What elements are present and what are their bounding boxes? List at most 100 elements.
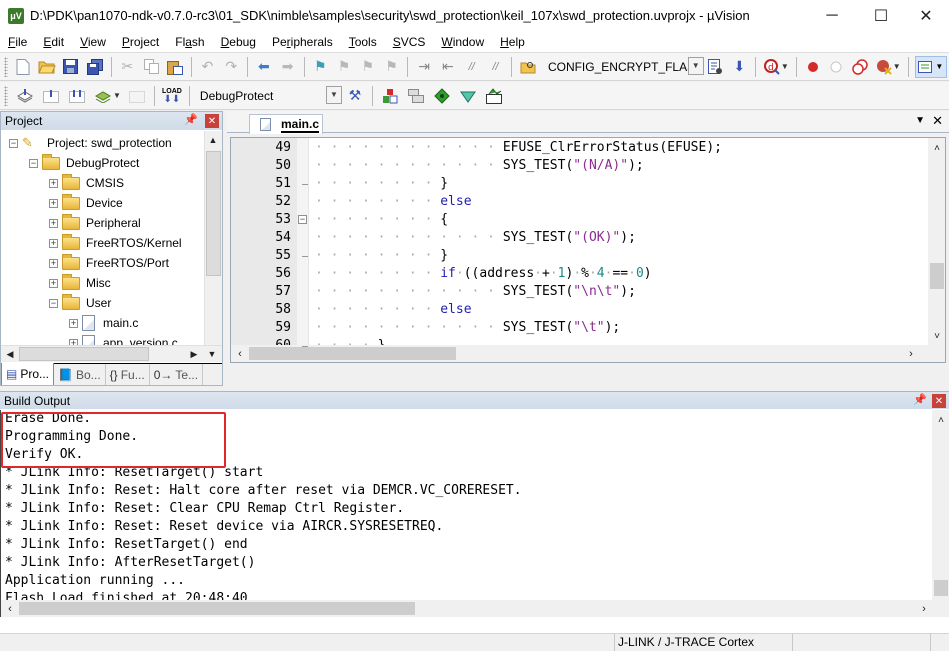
menu-edit[interactable]: Edit <box>35 32 72 52</box>
close-editor-icon[interactable]: ✕ <box>932 113 943 129</box>
open-file-icon[interactable] <box>37 56 57 78</box>
translate-icon[interactable] <box>14 85 36 107</box>
scroll-up-icon[interactable]: ▲ <box>205 132 221 148</box>
code-scroll-thumb[interactable] <box>930 263 944 289</box>
scroll-up-icon[interactable]: ˄ <box>933 412 949 428</box>
insert-breakpoint-icon[interactable] <box>803 56 823 78</box>
fold-collapse-icon[interactable]: − <box>298 215 307 224</box>
scroll-left-icon[interactable]: ‹ <box>2 601 18 617</box>
clear-bookmarks-icon[interactable]: ⚑ <box>382 56 402 78</box>
scroll-right-icon[interactable]: ▶ <box>186 346 202 362</box>
chevron-down-icon[interactable]: ▼ <box>325 85 342 104</box>
scroll-left-icon[interactable]: ◀ <box>2 346 18 362</box>
minimize-button[interactable]: ─ <box>809 0 855 31</box>
save-icon[interactable] <box>61 56 81 78</box>
menu-project[interactable]: Project <box>114 32 167 52</box>
cut-icon[interactable]: ✂ <box>117 56 137 78</box>
tree-item[interactable]: + Peripheral <box>49 213 141 233</box>
new-file-icon[interactable] <box>14 56 34 78</box>
manage-rte-icon[interactable] <box>431 85 453 107</box>
debug-session-icon[interactable]: d <box>762 56 782 78</box>
menu-help[interactable]: Help <box>492 32 533 52</box>
scroll-left-icon[interactable]: ‹ <box>232 346 248 362</box>
stack-viewer-icon[interactable] <box>483 85 505 107</box>
resize-grip[interactable] <box>930 634 949 651</box>
build-vertical-scrollbar[interactable]: ˄ ˅ <box>932 410 949 612</box>
rebuild-icon[interactable] <box>66 85 88 107</box>
save-all-icon[interactable] <box>85 56 105 78</box>
menu-tools[interactable]: Tools <box>341 32 385 52</box>
toolbar-grip[interactable] <box>4 85 8 106</box>
expand-icon[interactable]: + <box>49 258 58 268</box>
insert-bookmark-icon[interactable]: ⚑ <box>310 56 330 78</box>
expand-icon[interactable]: + <box>49 198 58 208</box>
target-select[interactable]: DebugProtect ▼ <box>196 85 342 106</box>
stop-build-icon[interactable] <box>126 85 148 107</box>
menu-debug[interactable]: Debug <box>213 32 264 52</box>
panel-tab[interactable]: 📘 Bo... <box>54 364 106 385</box>
scroll-right-icon[interactable]: › <box>916 601 932 617</box>
disable-all-breakpoints-icon[interactable] <box>850 56 870 78</box>
tree-item[interactable]: + Device <box>49 193 123 213</box>
panel-tab[interactable]: {} Fu... <box>106 364 150 385</box>
tree-item[interactable]: + CMSIS <box>49 173 124 193</box>
chevron-down-icon[interactable]: ▼ <box>687 56 704 75</box>
expand-icon[interactable]: + <box>49 278 58 288</box>
find-combo[interactable]: CONFIG_ENCRYPT_FLASH ▼ <box>544 56 704 77</box>
menu-svcs[interactable]: SVCS <box>385 32 434 52</box>
pack-installer-icon[interactable] <box>457 85 479 107</box>
comment-icon[interactable]: // <box>462 56 482 78</box>
toolbar-grip[interactable] <box>4 56 8 77</box>
menu-peripherals[interactable]: Peripherals <box>264 32 341 52</box>
collapse-icon[interactable]: − <box>29 158 38 168</box>
pin-icon[interactable]: 📌 <box>184 113 198 126</box>
tree-item[interactable]: + FreeRTOS/Kernel <box>49 233 182 253</box>
build-hscroll-thumb[interactable] <box>19 602 415 615</box>
build-icon[interactable] <box>40 85 62 107</box>
undo-icon[interactable]: ↶ <box>198 56 218 78</box>
manage-project-items-icon[interactable] <box>379 85 401 107</box>
enable-breakpoint-icon[interactable] <box>826 56 846 78</box>
batch-build-dropdown-icon[interactable]: ▼ <box>113 91 121 100</box>
tree-hscroll-thumb[interactable] <box>19 347 149 361</box>
copy-icon[interactable] <box>141 56 161 78</box>
tab-list-dropdown-icon[interactable]: ▼ <box>915 115 925 126</box>
options-for-target-icon[interactable]: ⚒ <box>344 85 366 107</box>
tree-vertical-scrollbar[interactable]: ▲ <box>204 131 222 345</box>
menu-window[interactable]: Window <box>433 32 492 52</box>
tree-item[interactable]: + Misc <box>49 273 111 293</box>
kill-all-breakpoints-icon[interactable] <box>874 56 894 78</box>
maximize-button[interactable]: ☐ <box>858 0 904 31</box>
redo-icon[interactable]: ↷ <box>221 56 241 78</box>
pin-icon[interactable]: 📌 <box>913 393 927 406</box>
tree-scroll-thumb[interactable] <box>206 151 221 276</box>
scroll-up-icon[interactable]: ˄ <box>929 140 945 156</box>
build-scroll-thumb[interactable] <box>934 580 948 596</box>
collapse-icon[interactable]: − <box>9 138 18 148</box>
scroll-down-icon[interactable]: ˅ <box>929 328 945 344</box>
configure-window-icon[interactable]: ▼ <box>914 55 948 78</box>
navigate-forward-icon[interactable]: ➡ <box>278 56 298 78</box>
find-in-files-icon[interactable] <box>518 56 538 78</box>
navigate-back-icon[interactable]: ⬅ <box>254 56 274 78</box>
scroll-down-icon[interactable]: ▼ <box>204 346 220 362</box>
breakpoint-dropdown-icon[interactable]: ▼ <box>893 62 901 71</box>
tree-item[interactable]: + FreeRTOS/Port <box>49 253 169 273</box>
uncomment-icon[interactable]: // <box>486 56 506 78</box>
panel-tab[interactable]: ▤ Pro... <box>1 363 55 385</box>
debug-dropdown-icon[interactable]: ▼ <box>781 62 789 71</box>
expand-icon[interactable]: + <box>49 218 58 228</box>
find-icon[interactable]: ⬇ <box>730 56 750 78</box>
tree-item[interactable]: − DebugProtect <box>29 153 139 173</box>
code-hscroll-thumb[interactable] <box>249 347 456 360</box>
scroll-right-icon[interactable]: › <box>903 346 919 362</box>
prev-bookmark-icon[interactable]: ⚑ <box>334 56 354 78</box>
collapse-icon[interactable]: − <box>49 298 58 308</box>
unindent-icon[interactable]: ⇤ <box>438 56 458 78</box>
tree-item[interactable]: − ✎ Project: swd_protection <box>9 133 172 153</box>
expand-icon[interactable]: + <box>69 318 78 328</box>
tree-item[interactable]: − User <box>49 293 111 313</box>
next-bookmark-icon[interactable]: ⚑ <box>358 56 378 78</box>
close-button[interactable]: ✕ <box>903 0 949 31</box>
close-panel-icon[interactable]: ✕ <box>205 114 219 128</box>
